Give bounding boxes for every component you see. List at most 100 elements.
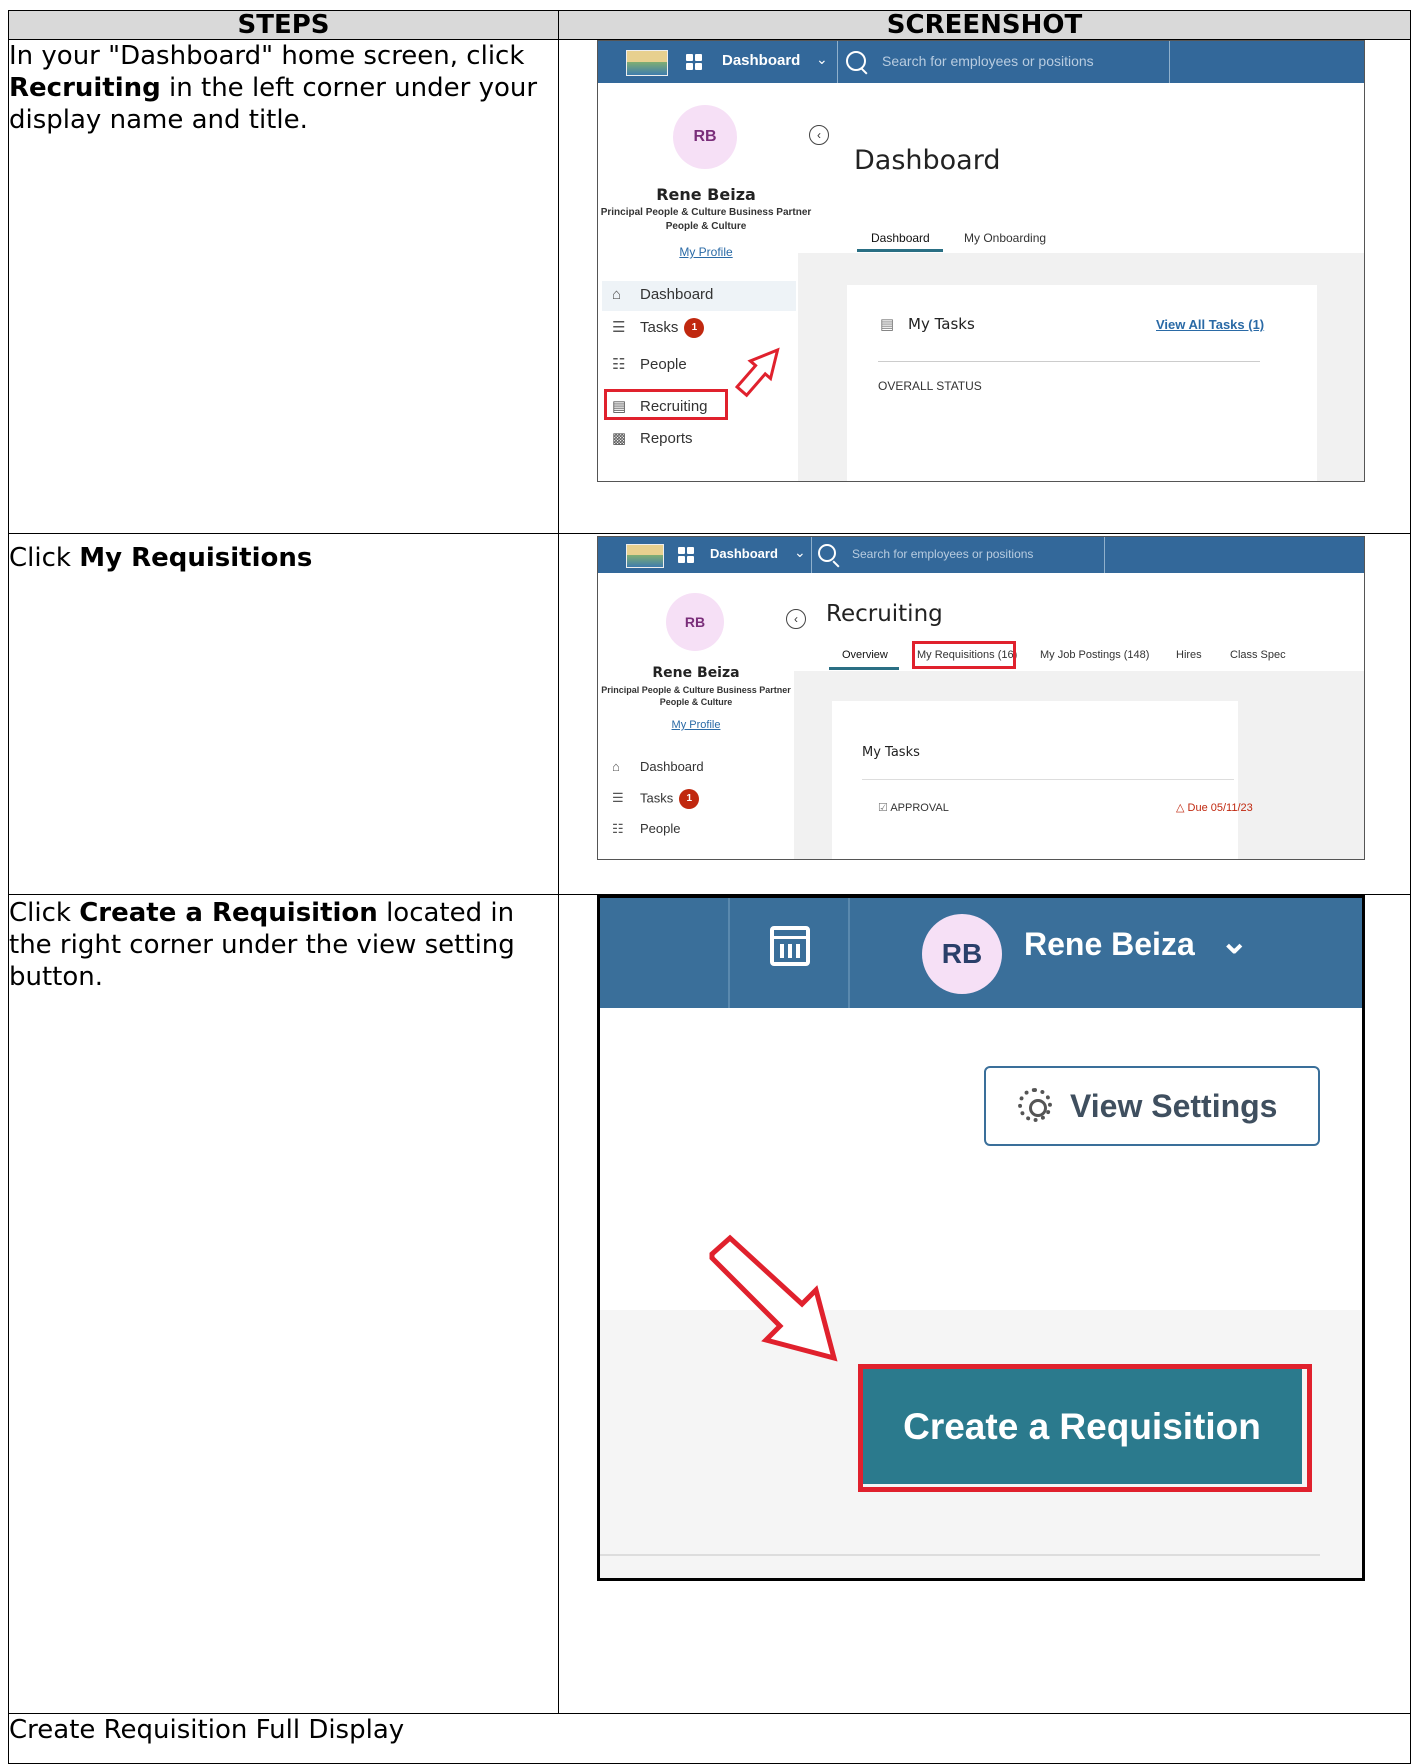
avatar[interactable]: RB xyxy=(922,914,1002,994)
sidebar-item-dashboard[interactable]: ⌂ Dashboard xyxy=(612,759,704,774)
header-steps: STEPS xyxy=(8,10,559,40)
my-profile-link[interactable]: My Profile xyxy=(598,719,794,731)
nav-title[interactable]: Dashboard xyxy=(722,52,800,69)
search-icon[interactable] xyxy=(846,51,866,71)
tab-hires[interactable]: Hires xyxy=(1176,649,1202,661)
page-title: Recruiting xyxy=(826,601,943,627)
user-title: Principal People & Culture Business Part… xyxy=(600,207,812,218)
step-1-text: In your "Dashboard" home screen, click R… xyxy=(8,39,559,534)
tab-dashboard[interactable]: Dashboard xyxy=(871,231,930,245)
my-profile-link[interactable]: My Profile xyxy=(598,245,814,259)
list-icon: ☰ xyxy=(612,319,626,336)
sidebar-item-tasks[interactable]: ☰ Tasks 1 xyxy=(612,318,705,339)
gear-icon xyxy=(1018,1088,1052,1122)
bar-chart-icon: ▩ xyxy=(612,430,627,447)
sidebar-item-people[interactable]: ☷ People xyxy=(612,355,687,373)
user-name: Rene Beiza xyxy=(652,665,740,681)
step-3-bold: Create a Requisition xyxy=(79,898,378,928)
user-name[interactable]: Rene Beiza xyxy=(1024,926,1195,963)
tasks-badge: 1 xyxy=(684,318,705,339)
sidebar-item-tasks[interactable]: ☰ Tasks 1 xyxy=(612,789,700,809)
calendar-icon[interactable] xyxy=(770,926,810,966)
create-requisition-highlight-box xyxy=(858,1364,1312,1492)
collapse-sidebar-icon[interactable]: ‹ xyxy=(786,609,806,629)
checkbox-icon: ☑ xyxy=(878,802,888,814)
app-logo xyxy=(626,544,664,568)
step-2-bold: My Requisitions xyxy=(79,543,313,573)
home-icon: ⌂ xyxy=(612,759,620,774)
recruiting-highlight-box xyxy=(604,389,728,420)
search-input[interactable]: Search for employees or positions xyxy=(852,547,1033,561)
tab-class-spec[interactable]: Class Spec xyxy=(1230,649,1286,661)
step-1-part-a: In your "Dashboard" home screen, click xyxy=(9,41,525,71)
step-3-text: Click Create a Requisition located in th… xyxy=(8,894,559,1714)
create-requisition-screenshot: RB Rene Beiza ⌄ View Settings Create a R… xyxy=(597,895,1365,1581)
my-tasks-heading: My Tasks xyxy=(862,745,920,760)
top-navigation-bar: Dashboard ⌄ Search for employees or posi… xyxy=(598,537,1364,573)
view-settings-button[interactable]: View Settings xyxy=(984,1066,1320,1146)
avatar[interactable]: RB xyxy=(666,593,724,651)
org-chart-icon: ☷ xyxy=(612,356,626,373)
active-tab-indicator xyxy=(857,249,943,252)
due-date-warning: △ Due 05/11/23 xyxy=(1176,802,1253,814)
user-department: People & Culture xyxy=(659,697,733,707)
red-arrow-icon xyxy=(709,1234,838,1362)
app-switcher-icon[interactable] xyxy=(678,547,694,563)
step-2-screenshot-cell: Dashboard ⌄ Search for employees or posi… xyxy=(558,533,1411,895)
top-navigation-bar: RB Rene Beiza ⌄ xyxy=(600,898,1362,1008)
chevron-down-icon[interactable]: ⌄ xyxy=(816,51,828,68)
divider xyxy=(728,898,730,1008)
red-arrow-icon xyxy=(734,347,780,398)
user-title: Principal People & Culture Business Part… xyxy=(601,685,791,695)
warning-icon: △ xyxy=(1176,802,1185,814)
app-switcher-icon[interactable] xyxy=(686,54,702,70)
home-icon: ⌂ xyxy=(612,286,622,303)
search-icon[interactable] xyxy=(818,544,836,562)
tasks-card-icon: ▤ xyxy=(880,316,895,333)
avatar[interactable]: RB xyxy=(673,105,737,169)
chevron-down-icon[interactable]: ⌄ xyxy=(1220,922,1249,962)
step-1-bold: Recruiting xyxy=(9,73,161,103)
sidebar-item-reports[interactable]: ▩ Reports xyxy=(612,429,693,447)
step-2-text: Click My Requisitions xyxy=(8,533,559,895)
active-tab-indicator xyxy=(829,667,899,670)
step-1-screenshot-cell: Dashboard ⌄ Search for employees or posi… xyxy=(558,39,1411,534)
step-3-part-a: Click xyxy=(9,898,80,928)
view-all-tasks-link[interactable]: View All Tasks (1) xyxy=(1156,317,1264,332)
steps-table-frame: STEPS SCREENSHOT In your "Dashboard" hom… xyxy=(8,10,1411,1764)
dashboard-screenshot: Dashboard ⌄ Search for employees or posi… xyxy=(597,40,1365,482)
org-chart-icon: ☷ xyxy=(612,821,624,836)
divider xyxy=(811,537,812,573)
my-tasks-heading: My Tasks xyxy=(908,315,975,333)
collapse-sidebar-icon[interactable]: ‹ xyxy=(809,125,829,145)
tasks-badge: 1 xyxy=(679,789,700,809)
top-navigation-bar: Dashboard ⌄ Search for employees or posi… xyxy=(598,41,1364,83)
nav-title[interactable]: Dashboard xyxy=(710,546,778,561)
chevron-down-icon[interactable]: ⌄ xyxy=(794,544,806,561)
overall-status-label: OVERALL STATUS xyxy=(878,379,982,393)
list-icon: ☰ xyxy=(612,790,624,806)
header-screenshot: SCREENSHOT xyxy=(558,10,1411,40)
steps-table: STEPS SCREENSHOT In your "Dashboard" hom… xyxy=(8,10,1411,1764)
divider xyxy=(600,1554,1320,1556)
divider xyxy=(848,898,850,1008)
tab-my-job-postings[interactable]: My Job Postings (148) xyxy=(1040,649,1149,661)
sidebar-item-dashboard-label[interactable]: ⌂ Dashboard xyxy=(612,286,713,303)
step-3-screenshot-cell: RB Rene Beiza ⌄ View Settings Create a R… xyxy=(558,894,1411,1714)
sidebar-item-people[interactable]: ☷ People xyxy=(612,821,680,837)
search-input[interactable]: Search for employees or positions xyxy=(882,53,1094,69)
my-tasks-card xyxy=(832,701,1238,859)
recruiting-screenshot: Dashboard ⌄ Search for employees or posi… xyxy=(597,536,1365,860)
tab-my-onboarding[interactable]: My Onboarding xyxy=(964,231,1046,245)
step-4-text: Create Requisition Full Display xyxy=(8,1713,1411,1764)
tab-overview[interactable]: Overview xyxy=(842,649,888,661)
view-settings-label: View Settings xyxy=(1070,1088,1278,1124)
divider xyxy=(878,361,1260,362)
user-name: Rene Beiza xyxy=(656,185,756,204)
my-requisitions-highlight-box xyxy=(912,641,1016,669)
divider xyxy=(1169,41,1170,83)
page-title: Dashboard xyxy=(854,145,1001,176)
divider xyxy=(1104,537,1105,573)
app-logo xyxy=(626,50,668,76)
divider xyxy=(862,779,1234,780)
